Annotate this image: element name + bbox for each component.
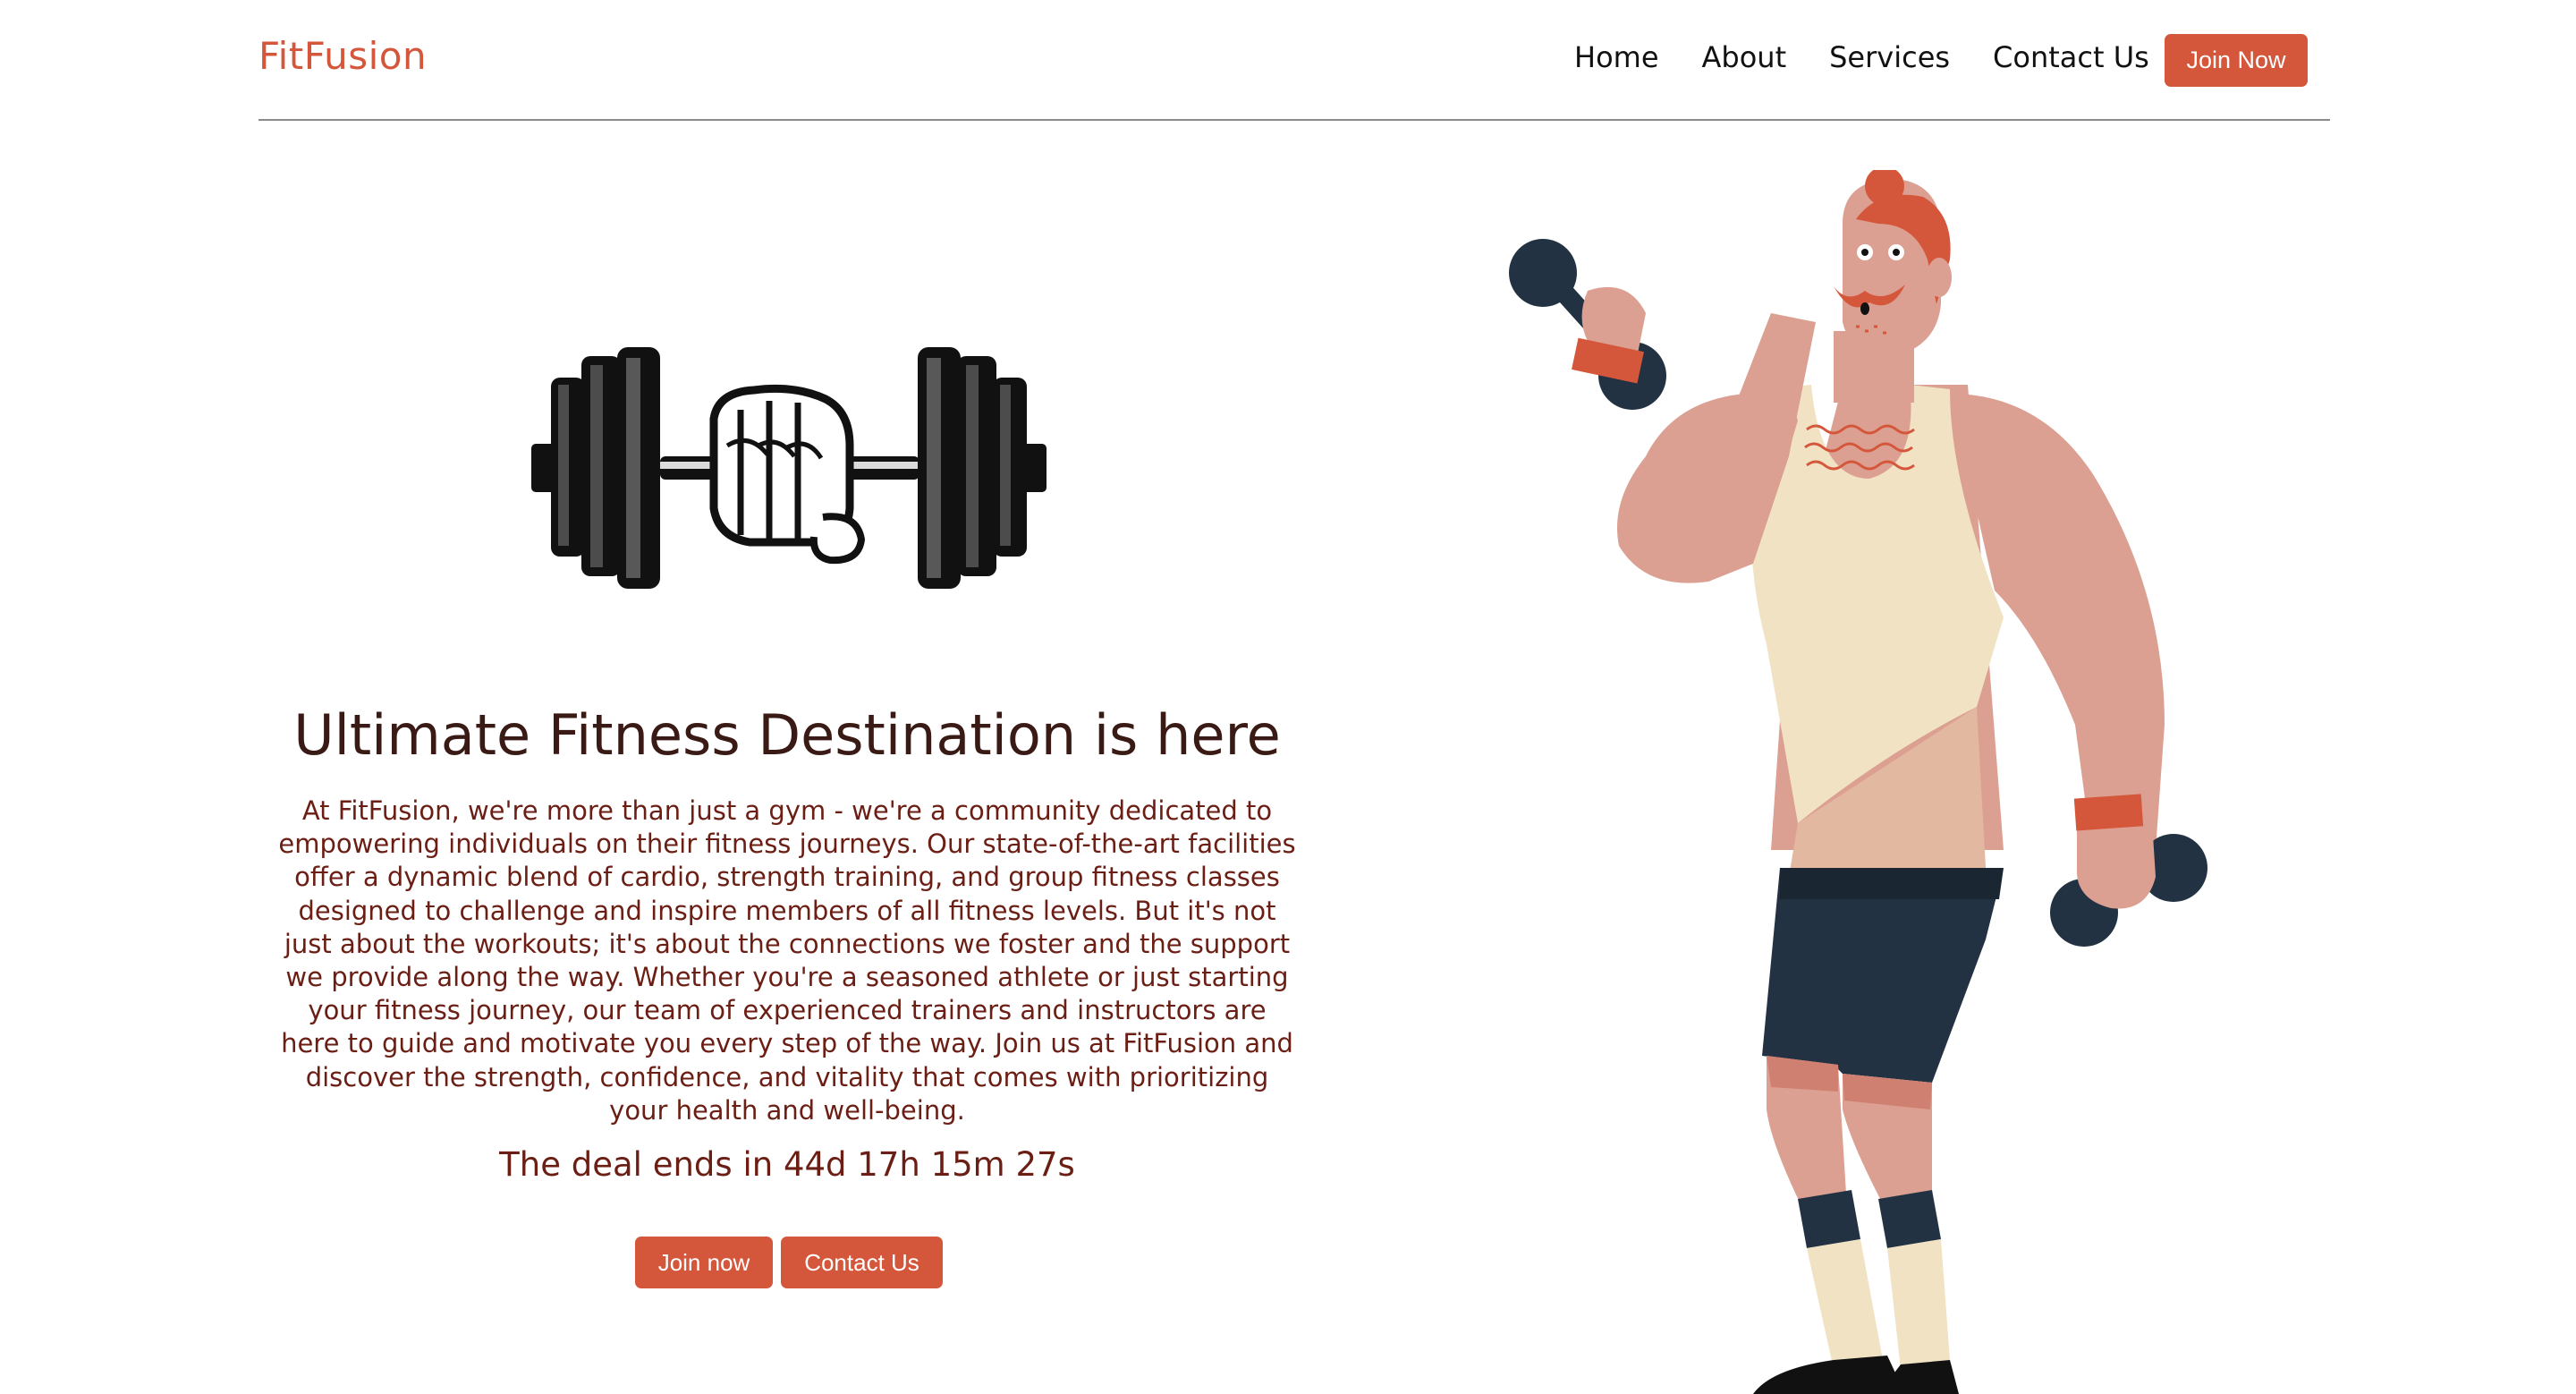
nav-services[interactable]: Services	[1829, 39, 1950, 75]
dumbbell-fist-icon	[531, 347, 1046, 589]
main-nav: Home About Services Contact Us	[1574, 39, 2192, 75]
nav-home[interactable]: Home	[1574, 39, 1659, 75]
contact-us-cta-button[interactable]: Contact Us	[781, 1237, 943, 1288]
deal-countdown: The deal ends in 44d 17h 15m 27s	[499, 1145, 1075, 1184]
header-divider	[258, 119, 2330, 121]
muscleman-illustration	[1509, 170, 2207, 1394]
join-now-button[interactable]: Join Now	[2165, 34, 2308, 87]
join-now-cta-button[interactable]: Join now	[635, 1237, 773, 1288]
brand-logo[interactable]: FitFusion	[258, 34, 427, 78]
hero-description: At FitFusion, we're more than just a gym…	[278, 795, 1296, 1126]
nav-about[interactable]: About	[1702, 39, 1787, 75]
nav-contact[interactable]: Contact Us	[1993, 39, 2149, 75]
hero-title: Ultimate Fitness Destination is here	[293, 702, 1281, 768]
hero-cta-group: Join now Contact Us	[635, 1237, 943, 1288]
